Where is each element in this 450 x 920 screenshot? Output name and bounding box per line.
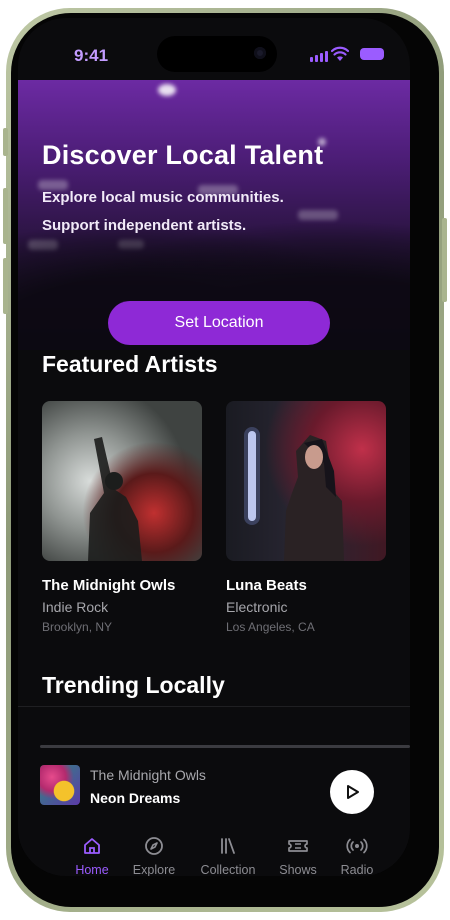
hero-subtitle: Explore local music communities. Support… <box>42 184 284 240</box>
action-button <box>3 128 8 156</box>
set-location-button[interactable]: Set Location <box>108 301 330 345</box>
library-icon <box>221 838 235 854</box>
radio-icon <box>346 838 368 854</box>
artist-location: Los Angeles, CA <box>226 620 315 634</box>
divider <box>18 706 410 707</box>
ticket-icon <box>288 840 308 852</box>
artist-name: The Midnight Owls <box>42 577 176 594</box>
volume-up-button <box>3 188 8 244</box>
stage-light <box>298 210 338 220</box>
play-icon <box>347 785 359 799</box>
now-playing-track: Neon Dreams <box>90 790 181 806</box>
artist-card[interactable]: Luna Beats Electronic Los Angeles, CA <box>226 401 386 634</box>
play-button[interactable] <box>330 770 374 814</box>
performer-silhouette <box>88 437 142 561</box>
tab-explore[interactable]: Explore <box>122 836 186 876</box>
app-screen: Discover Local Talent Explore local musi… <box>18 18 410 876</box>
tab-home[interactable]: Home <box>60 836 124 876</box>
trending-locally-title: Trending Locally <box>42 672 225 698</box>
artist-location: Brooklyn, NY <box>42 620 113 634</box>
playback-progress-bar[interactable] <box>40 745 410 748</box>
tab-label: Shows <box>279 863 317 876</box>
album-art[interactable] <box>40 765 80 805</box>
hero-title: Discover Local Talent <box>42 140 324 170</box>
tab-collection[interactable]: Collection <box>196 836 260 876</box>
bottom-tab-bar: Home Explore Collection Shows Radio <box>18 836 410 876</box>
volume-down-button <box>3 258 8 314</box>
hero-subtitle-line: Support independent artists. <box>42 217 247 234</box>
status-bar: 9:41 <box>18 18 410 90</box>
camera-icon <box>254 47 266 59</box>
hero-banner: Discover Local Talent Explore local musi… <box>18 80 410 350</box>
tab-radio[interactable]: Radio <box>325 836 389 876</box>
tab-shows[interactable]: Shows <box>266 836 330 876</box>
tab-label: Radio <box>340 863 374 876</box>
artist-genre: Electronic <box>226 599 288 615</box>
wifi-icon <box>331 46 349 61</box>
artist-genre: Indie Rock <box>42 599 109 615</box>
now-playing-artist: The Midnight Owls <box>90 767 206 783</box>
signal-icon <box>310 51 328 62</box>
performer-silhouette <box>244 427 344 561</box>
battery-icon <box>360 48 384 60</box>
artist-photo <box>226 401 386 561</box>
compass-icon <box>145 837 163 855</box>
tab-label: Explore <box>132 863 176 876</box>
status-time: 9:41 <box>74 46 109 65</box>
featured-artists-title: Featured Artists <box>42 351 218 377</box>
hero-subtitle-line: Explore local music communities. <box>42 189 284 206</box>
tab-label: Collection <box>200 863 256 876</box>
home-icon <box>84 838 100 854</box>
artist-card[interactable]: The Midnight Owls Indie Rock Brooklyn, N… <box>42 401 202 634</box>
artist-photo <box>42 401 202 561</box>
tab-label: Home <box>75 863 109 876</box>
featured-artists-carousel: The Midnight Owls Indie Rock Brooklyn, N… <box>42 401 410 641</box>
power-button <box>442 218 447 302</box>
artist-name: Luna Beats <box>226 577 307 594</box>
